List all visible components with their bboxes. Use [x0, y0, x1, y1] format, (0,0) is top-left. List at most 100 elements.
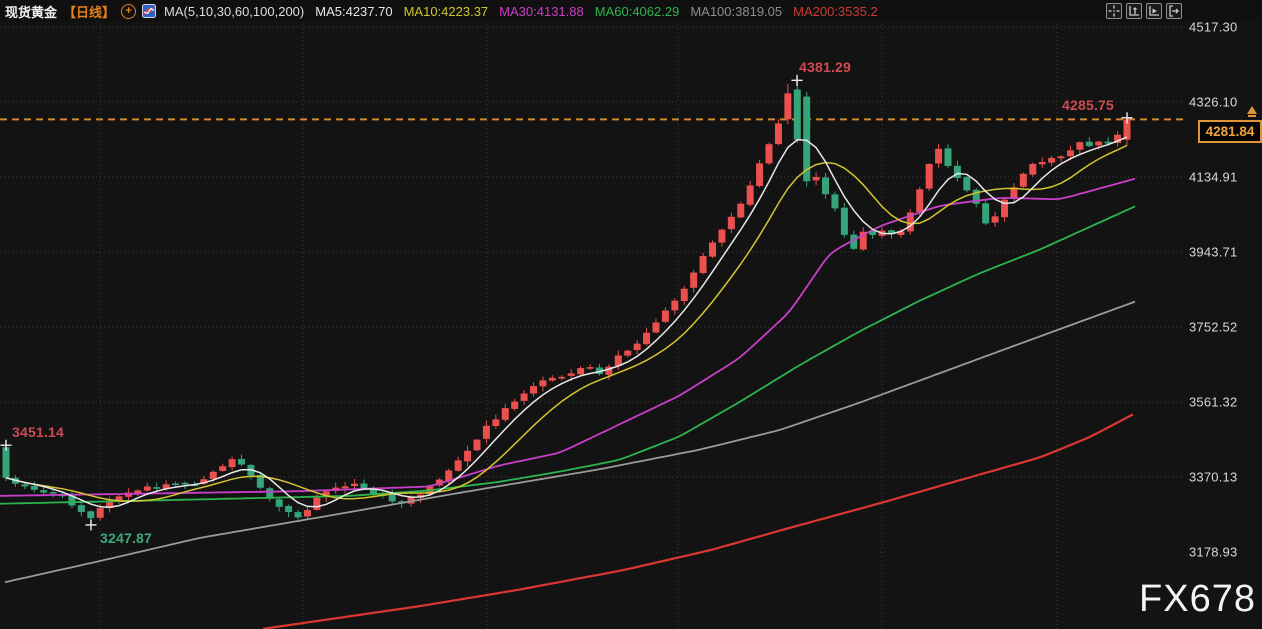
candle — [539, 380, 546, 386]
candle — [511, 402, 518, 409]
candle — [40, 490, 47, 492]
candle — [747, 185, 754, 204]
price-annotation: 3247.87 — [100, 530, 152, 546]
price-annotation: 4381.29 — [799, 59, 851, 75]
candle — [210, 472, 217, 479]
candle — [568, 373, 575, 376]
y-axis-label: 3943.71 — [1189, 245, 1237, 260]
candle — [464, 451, 471, 462]
symbol-title: 现货黄金 — [5, 2, 57, 21]
candle — [474, 440, 481, 451]
candle — [681, 289, 688, 301]
candle — [445, 470, 452, 480]
candle — [690, 273, 697, 288]
candle — [144, 486, 151, 490]
extreme-markers — [1, 75, 1133, 531]
current-price-tag: 4281.84 — [1198, 120, 1262, 143]
candle — [831, 194, 838, 208]
axis-play-icon[interactable] — [1146, 3, 1162, 19]
price-annotation: 3451.14 — [12, 424, 64, 440]
candle — [700, 256, 707, 273]
candle — [1076, 142, 1083, 149]
candle — [784, 93, 791, 119]
candle — [172, 483, 179, 485]
circle-plus-icon[interactable]: + — [121, 4, 136, 19]
grid — [0, 24, 1183, 629]
candle — [624, 351, 631, 356]
candle — [728, 217, 735, 229]
ma-line-MA5 — [6, 137, 1127, 507]
candle — [87, 511, 94, 518]
candle — [756, 163, 763, 186]
candle — [304, 510, 311, 516]
ma-line-MA60 — [0, 206, 1135, 503]
candle — [643, 333, 650, 344]
candle — [1086, 142, 1093, 146]
y-axis-label: 3370.13 — [1189, 469, 1237, 484]
watermark: FX678 — [1139, 578, 1256, 621]
price-up-arrow-icon — [1247, 106, 1257, 114]
candle — [295, 512, 302, 517]
candle — [78, 505, 85, 512]
candle — [841, 208, 848, 235]
candle — [31, 486, 38, 490]
mini-line-chart-icon[interactable] — [142, 4, 156, 18]
candle — [766, 144, 773, 163]
candle — [360, 483, 367, 488]
candle — [775, 123, 782, 144]
chart-app-window: 现货黄金 【日线】 + MA(5,10,30,60,100,200) MA5:4… — [0, 0, 1262, 629]
y-axis-label: 3178.93 — [1189, 545, 1237, 560]
candle — [935, 149, 942, 164]
pan-right-icon[interactable] — [1166, 3, 1182, 19]
candle — [926, 164, 933, 189]
ma-value-MA60: MA60:4062.29 — [595, 4, 680, 19]
ma-legend: MA(5,10,30,60,100,200) MA5:4237.70 MA10:4… — [164, 4, 878, 19]
candle — [916, 189, 923, 212]
ma-line-MA30 — [0, 179, 1135, 496]
chart-toolbar — [1106, 3, 1182, 19]
candle — [1039, 162, 1046, 164]
y-axis-label: 3752.52 — [1189, 319, 1237, 334]
candle — [634, 344, 641, 350]
candle — [313, 498, 320, 510]
candle — [1067, 150, 1074, 156]
y-axis-label: 4134.91 — [1189, 169, 1237, 184]
ma-value-MA5: MA5:4237.70 — [315, 4, 392, 19]
ma-legend-label: MA(5,10,30,60,100,200) — [164, 4, 304, 19]
candle — [351, 484, 358, 486]
ma-value-MA100: MA100:3819.05 — [690, 4, 782, 19]
candle — [276, 499, 283, 507]
candle — [530, 386, 537, 394]
candle — [737, 204, 744, 218]
y-axis-label: 3561.32 — [1189, 395, 1237, 410]
header-bar: 现货黄金 【日线】 + MA(5,10,30,60,100,200) MA5:4… — [0, 0, 1262, 22]
ma-value-MA10: MA10:4223.37 — [404, 4, 489, 19]
candle — [389, 494, 396, 501]
crosshair-move-icon[interactable] — [1106, 3, 1122, 19]
candle — [97, 508, 104, 518]
candle — [982, 203, 989, 223]
candle — [455, 460, 462, 470]
candle — [1020, 174, 1027, 187]
candle — [3, 447, 10, 478]
y-axis-label: 4326.10 — [1189, 95, 1237, 110]
candlestick-chart[interactable] — [0, 0, 1185, 629]
candle — [502, 408, 509, 420]
candle — [671, 301, 678, 311]
candle — [662, 311, 669, 322]
candle — [577, 368, 584, 374]
candle — [1058, 156, 1065, 158]
axis-scale-up-icon[interactable] — [1126, 3, 1142, 19]
candle — [153, 487, 160, 489]
candle — [50, 492, 57, 494]
ma-line-MA10 — [6, 145, 1127, 501]
candle — [794, 89, 801, 139]
ma-value-MA30: MA30:4131.88 — [499, 4, 584, 19]
candle — [945, 148, 952, 165]
candle — [285, 506, 292, 512]
candle — [549, 378, 556, 381]
ma-line-MA200 — [263, 414, 1133, 629]
candle — [219, 466, 226, 471]
candle — [342, 486, 349, 488]
candle — [709, 243, 716, 257]
